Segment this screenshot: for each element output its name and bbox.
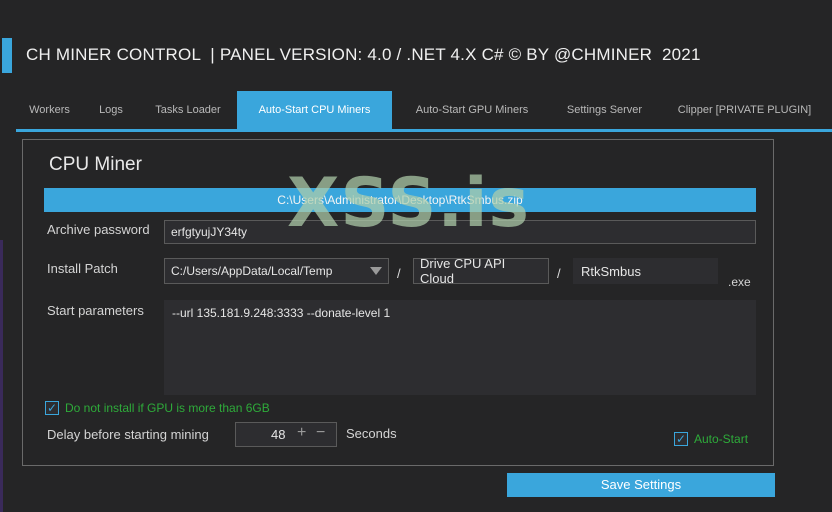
exe-name-input[interactable]: RtkSmbus: [573, 258, 718, 284]
watermark-text: XSS.is: [287, 164, 530, 243]
delay-stepper[interactable]: 48 + −: [235, 422, 337, 447]
chevron-down-icon: [370, 267, 382, 275]
install-patch-label: Install Patch: [47, 261, 118, 276]
increment-button[interactable]: +: [297, 424, 306, 442]
exe-extension-label: .exe: [728, 275, 751, 289]
install-patch-select[interactable]: C:/Users/AppData/Local/Temp: [164, 258, 389, 284]
app-title: CH MINER CONTROL | PANEL VERSION: 4.0 / …: [26, 45, 701, 64]
decrement-button[interactable]: −: [316, 424, 325, 442]
tab-bar: Workers Logs Tasks Loader Auto-Start CPU…: [16, 91, 832, 132]
panel-title: CPU Miner: [49, 154, 142, 175]
tab-clipper[interactable]: Clipper [PRIVATE PLUGIN]: [657, 91, 832, 129]
save-settings-button[interactable]: Save Settings: [507, 473, 775, 497]
gpu-limit-checkbox[interactable]: ✓: [45, 401, 59, 415]
left-edge-strip: [0, 240, 3, 512]
start-parameters-value: --url 135.181.9.248:3333 --donate-level …: [172, 306, 391, 320]
path-separator-1: /: [397, 266, 401, 281]
tab-logs[interactable]: Logs: [83, 91, 139, 129]
delay-value: 48: [271, 427, 286, 442]
tab-auto-start-gpu-miners[interactable]: Auto-Start GPU Miners: [392, 91, 552, 129]
seconds-label: Seconds: [346, 426, 397, 441]
autostart-checkbox[interactable]: ✓: [674, 432, 688, 446]
tab-settings-server[interactable]: Settings Server: [552, 91, 657, 129]
exe-name-value: RtkSmbus: [581, 263, 641, 279]
install-patch-selected-value: C:/Users/AppData/Local/Temp: [171, 264, 333, 278]
tab-auto-start-cpu-miners[interactable]: Auto-Start CPU Miners: [237, 91, 392, 129]
delay-label: Delay before starting mining: [47, 427, 209, 442]
gpu-limit-label: Do not install if GPU is more than 6GB: [65, 401, 270, 415]
tab-tasks-loader[interactable]: Tasks Loader: [139, 91, 237, 129]
path-separator-2: /: [557, 266, 561, 281]
archive-password-label: Archive password: [47, 222, 150, 237]
start-parameters-label: Start parameters: [47, 303, 144, 318]
autostart-label: Auto-Start: [694, 432, 749, 446]
tab-workers[interactable]: Workers: [16, 91, 83, 129]
folder-name-input[interactable]: Drive CPU API Cloud: [413, 256, 549, 286]
folder-name-value: Drive CPU API Cloud: [420, 256, 506, 286]
archive-password-value: erfgtyujJY34ty: [171, 225, 248, 239]
start-parameters-textarea[interactable]: --url 135.181.9.248:3333 --donate-level …: [164, 300, 756, 395]
title-accent-bar: [2, 38, 12, 73]
